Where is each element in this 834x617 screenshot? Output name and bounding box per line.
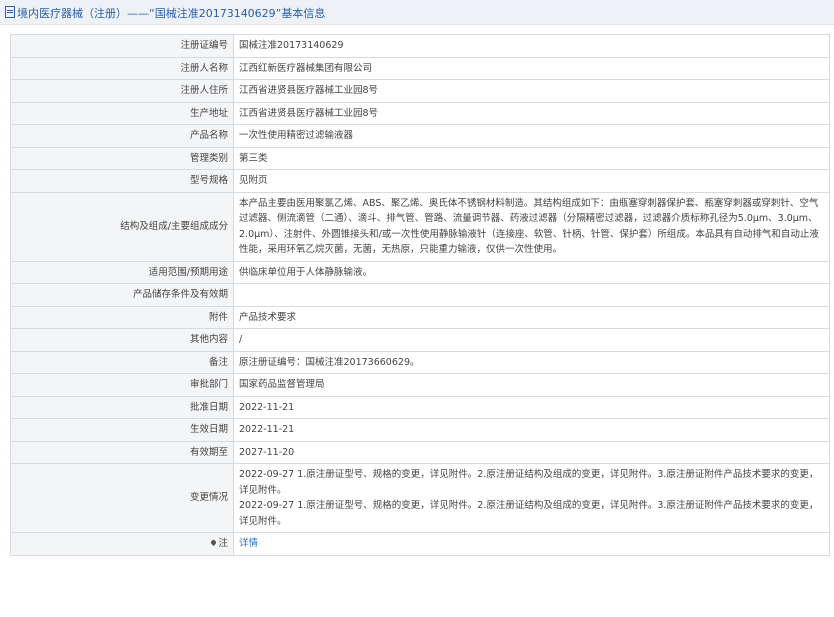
change-entry: 2022-09-27 1.原注册证型号、规格的变更，详见附件。2.原注册证结构及… bbox=[239, 500, 819, 527]
table-row: 适用范围/预期用途 供临床单位用于人体静脉输液。 bbox=[10, 260, 830, 284]
row-value: 江西省进贤县医疗器械工业园8号 bbox=[233, 101, 830, 125]
page-title: 境内医疗器械（注册）——“国械注准20173140629”基本信息 bbox=[5, 5, 325, 21]
table-row: 管理类别 第三类 bbox=[10, 146, 830, 170]
row-value: 2022-11-21 bbox=[233, 395, 830, 419]
table-row: 附件 产品技术要求 bbox=[10, 305, 830, 329]
row-value: 本产品主要由医用聚氯乙烯、ABS、聚乙烯、奥氏体不锈钢材料制造。其结构组成如下：… bbox=[233, 191, 830, 262]
row-value: 一次性使用精密过滤输液器 bbox=[233, 124, 830, 148]
row-label: 产品名称 bbox=[10, 124, 234, 148]
details-link[interactable]: 详情 bbox=[239, 538, 258, 549]
row-label: 批准日期 bbox=[10, 395, 234, 419]
document-icon bbox=[5, 6, 15, 18]
row-label: 结构及组成/主要组成成分 bbox=[10, 191, 234, 262]
row-value: 产品技术要求 bbox=[233, 305, 830, 329]
row-label: 变更情况 bbox=[10, 463, 234, 533]
table-row: 注册证编号 国械注准20173140629 bbox=[10, 34, 830, 58]
location-pin-icon bbox=[210, 538, 218, 547]
row-label: 管理类别 bbox=[10, 146, 234, 170]
row-value: 江西红新医疗器械集团有限公司 bbox=[233, 56, 830, 80]
table-row: 注 详情 bbox=[10, 532, 830, 556]
table-row: 变更情况 2022-09-27 1.原注册证型号、规格的变更，详见附件。2.原注… bbox=[10, 463, 830, 533]
table-row: 注册人住所 江西省进贤县医疗器械工业园8号 bbox=[10, 79, 830, 103]
row-label: 其他内容 bbox=[10, 328, 234, 352]
table-row: 型号规格 见附页 bbox=[10, 169, 830, 193]
row-label: 生效日期 bbox=[10, 418, 234, 442]
row-value: 江西省进贤县医疗器械工业园8号 bbox=[233, 79, 830, 103]
row-label: 备注 bbox=[10, 350, 234, 374]
page-header: 境内医疗器械（注册）——“国械注准20173140629”基本信息 bbox=[0, 0, 834, 25]
table-row: 审批部门 国家药品监督管理局 bbox=[10, 373, 830, 397]
row-value: 第三类 bbox=[233, 146, 830, 170]
note-label: 注 bbox=[218, 538, 228, 549]
row-label: 型号规格 bbox=[10, 169, 234, 193]
row-label: 适用范围/预期用途 bbox=[10, 260, 234, 284]
table-row: 批准日期 2022-11-21 bbox=[10, 395, 830, 419]
table-row: 其他内容 / bbox=[10, 328, 830, 352]
row-label: 注册证编号 bbox=[10, 34, 234, 58]
row-label: 生产地址 bbox=[10, 101, 234, 125]
row-label: 注册人名称 bbox=[10, 56, 234, 80]
table-row: 产品名称 一次性使用精密过滤输液器 bbox=[10, 124, 830, 148]
row-value: 2022-11-21 bbox=[233, 418, 830, 442]
row-label: 产品储存条件及有效期 bbox=[10, 283, 234, 307]
row-value: 2027-11-20 bbox=[233, 440, 830, 464]
note-label-cell: 注 bbox=[10, 532, 234, 556]
row-label: 附件 bbox=[10, 305, 234, 329]
row-value: / bbox=[233, 328, 830, 352]
table-row: 产品储存条件及有效期 bbox=[10, 283, 830, 307]
page-title-text: 境内医疗器械（注册）——“国械注准20173140629”基本信息 bbox=[17, 7, 326, 20]
change-history: 2022-09-27 1.原注册证型号、规格的变更，详见附件。2.原注册证结构及… bbox=[233, 463, 830, 533]
row-value: 国械注准20173140629 bbox=[233, 34, 830, 58]
change-entry: 2022-09-27 1.原注册证型号、规格的变更，详见附件。2.原注册证结构及… bbox=[239, 469, 819, 496]
row-value: 见附页 bbox=[233, 169, 830, 193]
row-value: 国家药品监督管理局 bbox=[233, 373, 830, 397]
row-label: 注册人住所 bbox=[10, 79, 234, 103]
table-row: 生产地址 江西省进贤县医疗器械工业园8号 bbox=[10, 101, 830, 125]
row-value bbox=[233, 283, 830, 307]
row-label: 审批部门 bbox=[10, 373, 234, 397]
note-value-cell: 详情 bbox=[233, 532, 830, 556]
table-row: 结构及组成/主要组成成分 本产品主要由医用聚氯乙烯、ABS、聚乙烯、奥氏体不锈钢材… bbox=[10, 191, 830, 262]
row-label: 有效期至 bbox=[10, 440, 234, 464]
info-table: 注册证编号 国械注准20173140629 注册人名称 江西红新医疗器械集团有限公司… bbox=[10, 34, 830, 556]
table-row: 注册人名称 江西红新医疗器械集团有限公司 bbox=[10, 56, 830, 80]
row-value: 供临床单位用于人体静脉输液。 bbox=[233, 260, 830, 284]
table-row: 备注 原注册证编号：国械注准20173660629。 bbox=[10, 350, 830, 374]
row-value: 原注册证编号：国械注准20173660629。 bbox=[233, 350, 830, 374]
table-row: 有效期至 2027-11-20 bbox=[10, 440, 830, 464]
table-row: 生效日期 2022-11-21 bbox=[10, 418, 830, 442]
